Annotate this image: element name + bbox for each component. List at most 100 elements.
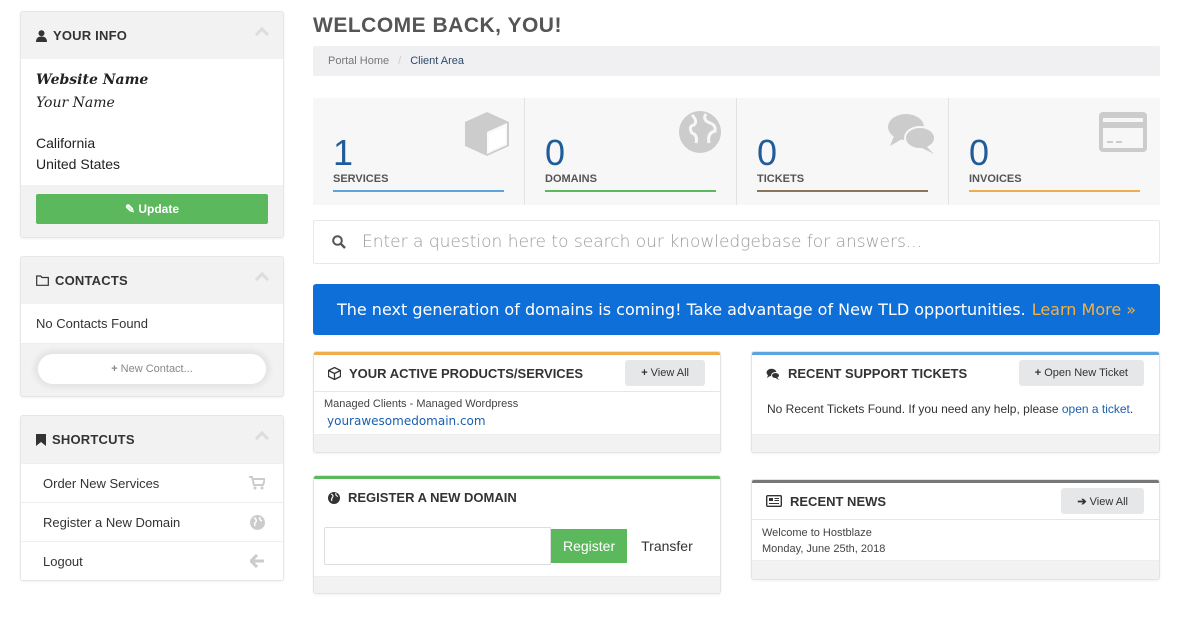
your-info-title: YOUR INFO <box>53 28 128 43</box>
chevron-up-icon[interactable] <box>254 430 270 446</box>
website-name: Website Name <box>36 72 149 88</box>
services-bar <box>333 190 504 192</box>
support-tickets-header: RECENT SUPPORT TICKETS + Open New Ticket <box>752 355 1159 392</box>
stats-tiles: 1 SERVICES 0 DOMAINS 0 TICKETS 0 INVOICE… <box>313 98 1160 205</box>
new-tld-promo-banner: The next generation of domains is coming… <box>313 284 1160 335</box>
no-tickets-text: No Recent Tickets Found. If you need any… <box>767 402 1062 416</box>
active-products-card: YOUR ACTIVE PRODUCTS/SERVICES + View All… <box>313 351 721 453</box>
domains-label: DOMAINS <box>545 173 597 185</box>
chevron-up-icon[interactable] <box>254 26 270 42</box>
support-tickets-body: No Recent Tickets Found. If you need any… <box>752 392 1159 434</box>
shortcut-register-domain[interactable]: Register a New Domain <box>21 502 283 541</box>
your-info-body: Website Name Your Name California United… <box>21 59 283 185</box>
new-contact-button[interactable]: + New Contact... <box>38 354 266 384</box>
card-footer <box>752 560 1159 579</box>
no-tickets-text-end: . <box>1129 402 1134 416</box>
news-date: Monday, June 25th, 2018 <box>762 543 886 555</box>
contacts-panel: CONTACTS No Contacts Found + New Contact… <box>20 256 284 397</box>
globe-icon <box>250 514 265 530</box>
product-name: Managed Clients - Managed Wordpress <box>324 398 519 410</box>
card-footer <box>314 434 720 452</box>
plus-icon: + <box>111 363 118 375</box>
contacts-header[interactable]: CONTACTS <box>21 257 283 304</box>
your-info-panel: YOUR INFO Website Name Your Name Califor… <box>20 11 284 238</box>
view-all-label: View All <box>650 367 689 379</box>
newspaper-icon <box>766 495 782 507</box>
domains-bar <box>545 190 716 192</box>
main-content: WELCOME BACK, YOU! Portal Home / Client … <box>313 14 1160 594</box>
tickets-count: 0 <box>757 132 778 173</box>
view-all-label: View All <box>1089 495 1128 508</box>
search-icon <box>332 235 346 249</box>
register-button[interactable]: Register <box>551 529 628 563</box>
card-footer <box>752 434 1159 452</box>
active-products-header: YOUR ACTIVE PRODUCTS/SERVICES + View All <box>314 355 720 392</box>
invoices-label: INVOICES <box>969 173 1022 185</box>
user-name: Your Name <box>36 95 115 111</box>
globe-icon <box>679 111 721 153</box>
support-tickets-title: RECENT SUPPORT TICKETS <box>788 366 968 381</box>
your-info-header[interactable]: YOUR INFO <box>21 12 283 59</box>
arrow-left-icon <box>250 554 264 568</box>
contacts-footer: + New Contact... <box>21 344 283 396</box>
view-all-news-button[interactable]: ➔ View All <box>1061 488 1144 514</box>
comments-icon <box>766 368 780 380</box>
tile-domains[interactable]: 0 DOMAINS <box>525 98 737 205</box>
plus-icon: + <box>1034 367 1045 379</box>
comments-icon <box>888 114 936 154</box>
learn-more-link[interactable]: Learn More » <box>1032 300 1136 319</box>
tile-services[interactable]: 1 SERVICES <box>313 98 525 205</box>
cube-icon <box>465 112 509 156</box>
tickets-bar <box>757 190 928 192</box>
view-all-products-button[interactable]: + View All <box>625 360 705 386</box>
shortcut-label: Order New Services <box>43 475 160 491</box>
chevron-up-icon[interactable] <box>254 271 270 287</box>
knowledgebase-search-input[interactable] <box>362 232 1141 252</box>
register-domain-title: REGISTER A NEW DOMAIN <box>348 490 517 505</box>
shortcuts-title: SHORTCUTS <box>52 432 135 447</box>
invoices-bar <box>969 190 1140 192</box>
breadcrumb-portal-home[interactable]: Portal Home <box>328 55 389 67</box>
shortcuts-header[interactable]: SHORTCUTS <box>21 416 283 463</box>
update-button[interactable]: ✎ Update <box>36 194 268 224</box>
recent-news-card: RECENT NEWS ➔ View All Welcome to Hostbl… <box>751 479 1160 580</box>
shortcut-label: Register a New Domain <box>43 514 181 530</box>
product-domain-link[interactable]: yourawesomedomain.com <box>327 414 710 428</box>
new-contact-label: New Contact... <box>120 363 193 375</box>
your-info-footer: ✎ Update <box>21 185 283 237</box>
open-new-ticket-label: Open New Ticket <box>1044 367 1128 379</box>
open-new-ticket-button[interactable]: + Open New Ticket <box>1018 360 1144 386</box>
address-country: United States <box>36 156 121 172</box>
active-products-body: Managed Clients - Managed Wordpress your… <box>314 392 720 434</box>
credit-card-icon <box>1099 112 1147 152</box>
pencil-icon: ✎ <box>124 202 136 216</box>
page-title: WELCOME BACK, YOU! <box>313 14 562 37</box>
invoices-count: 0 <box>969 132 990 173</box>
domain-input[interactable] <box>324 527 551 565</box>
shortcut-order-new-services[interactable]: Order New Services <box>21 463 283 502</box>
register-domain-header: REGISTER A NEW DOMAIN <box>314 479 720 516</box>
tile-invoices[interactable]: 0 INVOICES <box>949 98 1160 205</box>
address-state: California <box>36 135 96 151</box>
address: California United States <box>36 133 268 175</box>
news-headline[interactable]: Welcome to Hostblaze <box>762 525 1149 541</box>
services-count: 1 <box>333 132 354 173</box>
shortcut-label: Logout <box>43 553 83 569</box>
breadcrumb: Portal Home / Client Area <box>313 46 1160 76</box>
recent-news-header: RECENT NEWS ➔ View All <box>752 483 1159 520</box>
cube-icon <box>328 366 341 380</box>
tile-tickets[interactable]: 0 TICKETS <box>737 98 949 205</box>
contacts-empty-text: No Contacts Found <box>21 304 283 344</box>
cart-icon <box>249 476 265 490</box>
domains-count: 0 <box>545 132 566 173</box>
support-tickets-card: RECENT SUPPORT TICKETS + Open New Ticket… <box>751 351 1160 453</box>
recent-news-title: RECENT NEWS <box>790 493 887 509</box>
shortcut-logout[interactable]: Logout <box>21 541 283 580</box>
user-icon <box>36 29 47 42</box>
recent-news-body: Welcome to Hostblaze Monday, June 25th, … <box>752 520 1159 560</box>
breadcrumb-separator: / <box>398 55 402 67</box>
sidebar: YOUR INFO Website Name Your Name Califor… <box>20 11 284 599</box>
transfer-button[interactable]: Transfer <box>641 538 693 554</box>
knowledgebase-search <box>313 220 1160 264</box>
open-ticket-link[interactable]: open a ticket <box>1062 402 1130 416</box>
